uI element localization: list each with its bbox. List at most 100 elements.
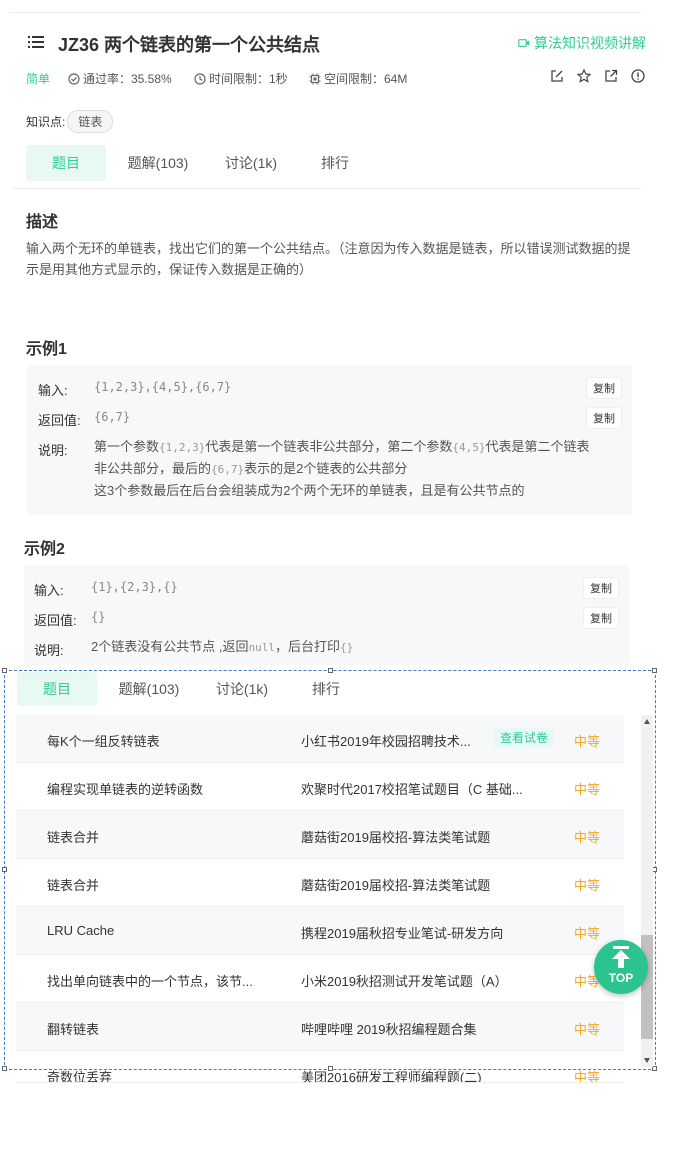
resize-handle[interactable]	[652, 668, 657, 673]
example1-explain-text: 第一个参数{1,2,3}代表是第一个链表非公共部分，第二个参数{4,5}代表是第…	[94, 436, 602, 501]
chip-icon	[309, 73, 321, 84]
ex1-explain-part: 第一个参数	[94, 439, 160, 454]
time-limit-text: 时间限制：1秒	[209, 72, 288, 86]
view-paper-button[interactable]: 查看试卷	[494, 727, 555, 748]
ex2-explain-part: 2个链表没有公共节点 ,返回	[91, 639, 249, 654]
ex1-explain-code: {4,5}	[452, 441, 486, 454]
knowledge-points: 知识点: 链表	[26, 109, 114, 133]
difficulty-badge: 中等	[574, 782, 601, 797]
example2-explain-text: 2个链表没有公共节点 ,返回null，后台打印{}	[91, 636, 599, 658]
tab-problem[interactable]: 题目	[17, 672, 97, 706]
edit-icon[interactable]	[550, 69, 564, 83]
list-item[interactable]: 每K个一组反转链表 小红书2019年校园招聘技术... 查看试卷 中等	[16, 715, 624, 763]
resize-handle[interactable]	[2, 867, 7, 872]
knowledge-chip[interactable]: 链表	[67, 109, 114, 133]
ex2-explain-part: ，后台打印	[274, 639, 340, 654]
example2-copy-input-button[interactable]: 复制	[583, 577, 619, 599]
list-item[interactable]: 链表合并 蘑菇街2019届校招-算法类笔试题 中等	[16, 811, 624, 859]
problem-title[interactable]: 奇数位丢弃	[47, 1067, 112, 1082]
related-problems-list: 每K个一组反转链表 小红书2019年校园招聘技术... 查看试卷 中等 编程实现…	[16, 715, 624, 1083]
share-icon[interactable]	[604, 69, 618, 83]
resize-handle[interactable]	[2, 1066, 7, 1071]
difficulty-badge: 中等	[574, 926, 601, 941]
problem-source: 欢聚时代2017校招笔试题目（C 基础...	[301, 782, 523, 797]
list-item[interactable]: 奇数位丢弃 美团2016研发工程师编程题(二) 中等	[16, 1051, 624, 1083]
resize-handle[interactable]	[2, 668, 7, 673]
problem-title[interactable]: 链表合并	[47, 875, 99, 894]
tab-solutions[interactable]: 题解(103)	[106, 145, 210, 181]
video-link-label: 算法知识视频讲解	[534, 35, 646, 51]
tab-problem[interactable]: 题目	[26, 145, 106, 181]
example1-input-value: {1,2,3},{4,5},{6,7}	[94, 380, 232, 394]
list-menu-icon[interactable]	[28, 35, 44, 49]
pass-rate: 通过率：35.58%	[68, 70, 172, 87]
example1-input-label: 输入:	[38, 383, 68, 398]
tabs-divider	[12, 188, 642, 189]
example2-explain-label: 说明:	[34, 643, 64, 658]
ex1-explain-code: {1,2,3}	[159, 441, 206, 454]
example2-copy-return-button[interactable]: 复制	[583, 607, 619, 629]
ex1-explain-part: 代表是第一个链表非公共部分，第二个参数	[205, 439, 453, 454]
tab-discussion[interactable]: 讨论(1k)	[201, 672, 283, 706]
ex1-explain-part: 表示的是2个链表的公共部分	[244, 461, 408, 476]
tab-discussion[interactable]: 讨论(1k)	[210, 145, 292, 181]
problem-title[interactable]: 找出单向链表中的一个节点，该节...	[47, 971, 253, 990]
difficulty-badge: 中等	[574, 830, 601, 845]
list-item[interactable]: 翻转链表 哔哩哔哩 2019秋招编程题合集 中等	[16, 1003, 624, 1051]
example2-return-value: {}	[91, 610, 106, 624]
title-row: JZ36 两个链表的第一个公共结点 算法知识视频讲解	[26, 30, 646, 55]
tab-ranking[interactable]: 排行	[283, 672, 369, 706]
example1-box: 输入: {1,2,3},{4,5},{6,7} 复制 返回值: {6,7} 复制…	[26, 365, 632, 515]
problem-source: 小米2019秋招测试开发笔试题（A）	[301, 974, 508, 989]
arrow-up-icon	[612, 946, 630, 968]
example2-box: 输入: {1},{2,3},{} 复制 返回值: {} 复制 说明: 2个链表没…	[24, 565, 630, 665]
example2-input-label: 输入:	[34, 583, 64, 598]
problem-title[interactable]: 链表合并	[47, 827, 99, 846]
scroll-down-arrow-icon[interactable]	[644, 1058, 650, 1063]
back-to-top-label: TOP	[608, 971, 634, 985]
example1-copy-return-button[interactable]: 复制	[586, 407, 622, 429]
problem-source: 美团2016研发工程师编程题(二)	[301, 1070, 482, 1083]
ex1-explain-part: 这3个参数最后在后台会组装成为2个两个无环的单链表，且是有公共节点的	[94, 483, 525, 498]
knowledge-label: 知识点:	[26, 114, 66, 129]
list-item[interactable]: 找出单向链表中的一个节点，该节... 小米2019秋招测试开发笔试题（A） 中等	[16, 955, 624, 1003]
ex2-explain-code: null	[248, 641, 275, 654]
top-divider	[10, 12, 642, 13]
scroll-up-arrow-icon[interactable]	[644, 719, 650, 724]
back-to-top-button[interactable]: TOP	[594, 940, 648, 994]
star-icon[interactable]	[577, 69, 591, 83]
list-item[interactable]: 编程实现单链表的逆转函数 欢聚时代2017校招笔试题目（C 基础... 中等	[16, 763, 624, 811]
problem-title[interactable]: 每K个一组反转链表	[47, 731, 160, 750]
tab-solutions[interactable]: 题解(103)	[97, 672, 201, 706]
problem-tabs: 题目 题解(103) 讨论(1k) 排行	[26, 145, 378, 181]
difficulty-label: 简单	[26, 72, 51, 86]
problem-source: 蘑菇街2019届校招-算法类笔试题	[301, 878, 491, 893]
pass-rate-text: 通过率：35.58%	[83, 72, 172, 86]
problem-title[interactable]: LRU Cache	[47, 923, 114, 938]
scrollbar[interactable]	[641, 715, 653, 1067]
example1-return-value: {6,7}	[94, 410, 131, 424]
problem-source: 哔哩哔哩 2019秋招编程题合集	[301, 1022, 477, 1037]
time-limit: 时间限制：1秒	[194, 70, 288, 87]
list-item[interactable]: LRU Cache 携程2019届秋招专业笔试-研发方向 中等	[16, 907, 624, 955]
meta-row: 简单 通过率：35.58% 时间限制：1秒 空间限制：64M	[26, 69, 646, 88]
list-item[interactable]: 链表合并 蘑菇街2019届校招-算法类笔试题 中等	[16, 859, 624, 907]
difficulty-badge: 中等	[574, 1070, 601, 1083]
space-limit: 空间限制：64M	[309, 70, 407, 87]
report-icon[interactable]	[631, 69, 645, 83]
problem-source: 蘑菇街2019届校招-算法类笔试题	[301, 830, 491, 845]
meta-actions	[550, 69, 645, 83]
problem-title[interactable]: 编程实现单链表的逆转函数	[47, 779, 203, 798]
example1-explain-label: 说明:	[38, 443, 68, 458]
tab-ranking[interactable]: 排行	[292, 145, 378, 181]
related-problems-panel: 题目 题解(103) 讨论(1k) 排行 每K个一组反转链表 小红书2019年校…	[2, 668, 657, 1083]
description-heading: 描述	[26, 214, 59, 231]
example2-input-value: {1},{2,3},{}	[91, 580, 178, 594]
example1-heading: 示例1	[26, 341, 67, 358]
page-title: JZ36 两个链表的第一个公共结点	[58, 35, 321, 55]
problem-source: 携程2019届秋招专业笔试-研发方向	[301, 926, 504, 941]
example1-copy-input-button[interactable]: 复制	[586, 377, 622, 399]
video-lesson-link[interactable]: 算法知识视频讲解	[518, 33, 646, 53]
problem-title[interactable]: 翻转链表	[47, 1019, 99, 1038]
clock-icon	[194, 72, 206, 85]
